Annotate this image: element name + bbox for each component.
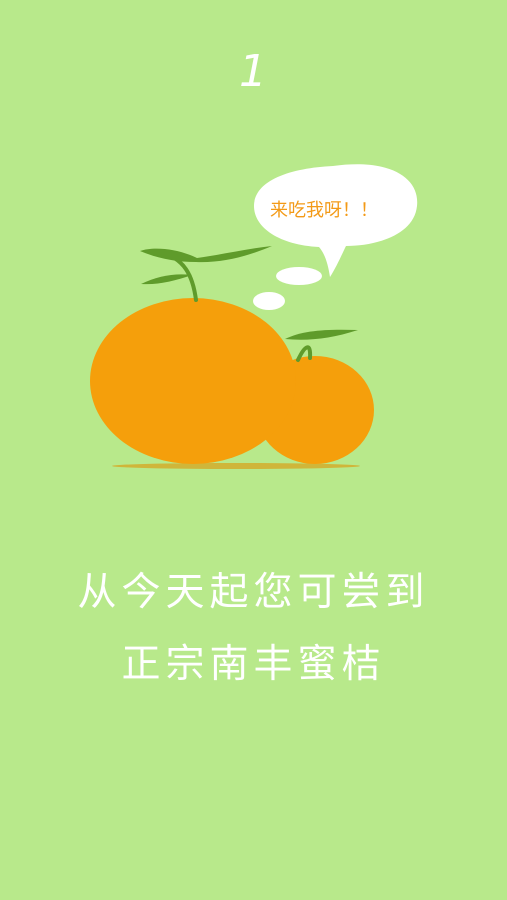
orange-group — [90, 246, 374, 469]
small-orange-leaf — [285, 329, 358, 340]
large-orange — [90, 246, 296, 464]
ground-shadow — [112, 463, 360, 469]
onboarding-screen: 1 来吃我呀！！ 从今天起您可尝到 正宗南丰蜜桔 — [0, 0, 507, 900]
bubble-text: 来吃我呀！！ — [270, 200, 378, 221]
large-orange-leaf-upper — [140, 246, 272, 263]
large-orange-leaf-lower — [141, 274, 192, 285]
speech-bubble: 来吃我呀！！ — [253, 164, 418, 310]
headline-line-2: 正宗南丰蜜桔 — [121, 642, 386, 687]
thought-dot-small — [253, 292, 285, 310]
orange-illustration: 来吃我呀！！ — [90, 164, 418, 469]
thought-dot-large — [276, 267, 322, 285]
large-orange-body — [90, 298, 296, 464]
headline-line-1: 从今天起您可尝到 — [77, 570, 430, 615]
